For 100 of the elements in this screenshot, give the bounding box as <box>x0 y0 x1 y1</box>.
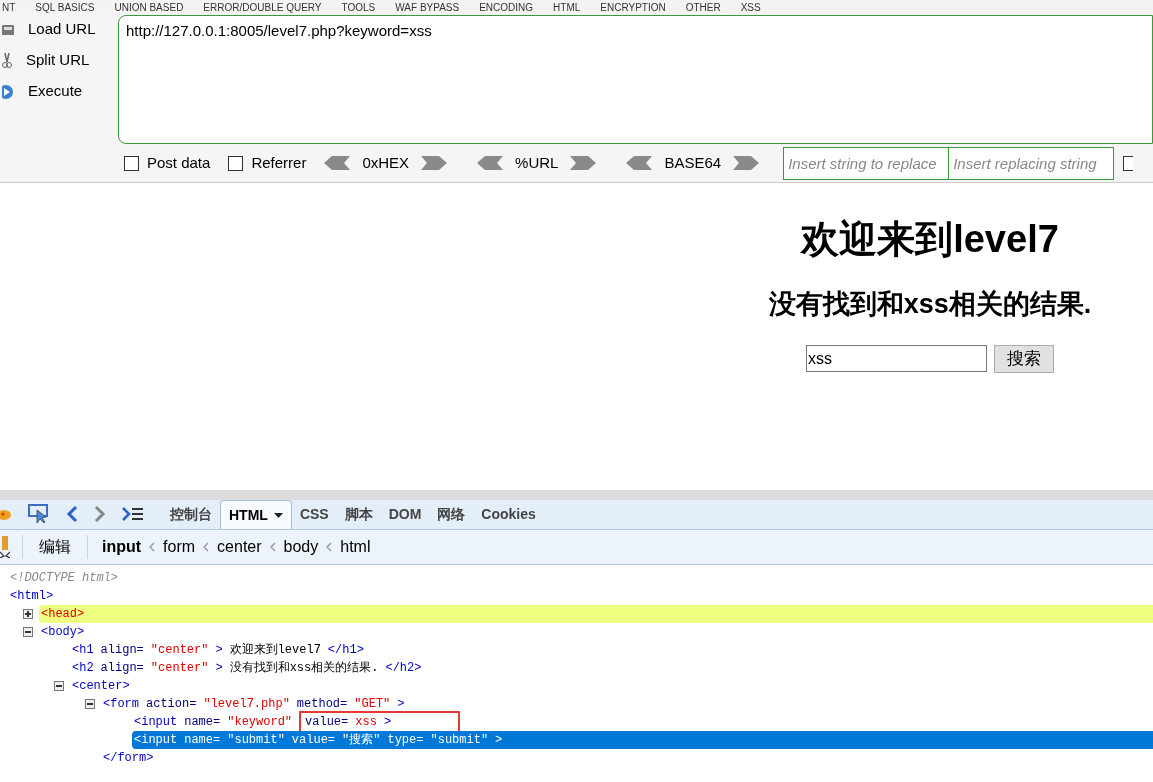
code-token: > <box>397 696 405 713</box>
edit-button[interactable]: 编辑 <box>23 535 87 559</box>
code-token: <form <box>103 696 139 713</box>
menu-item[interactable]: ENCODING <box>479 0 534 14</box>
code-line[interactable]: <body> <box>39 623 1153 641</box>
left-arrow-icon <box>324 156 351 170</box>
devtools-tab[interactable]: Cookies <box>473 500 544 529</box>
menu-item[interactable]: HTML <box>553 0 581 14</box>
code-token: > <box>383 714 392 731</box>
code-token: "level7.php" <box>203 696 290 713</box>
right-arrow-icon <box>570 156 597 170</box>
code-token: "center" <box>150 642 209 659</box>
code-token: xss <box>355 714 377 731</box>
checkbox-label: Post data <box>147 152 211 173</box>
menu-item[interactable]: ERROR/DOUBLE QUERY <box>203 0 322 14</box>
code-token: 欢迎来到level7 <box>229 642 321 659</box>
menu-item[interactable]: ENCRYPTION <box>600 0 666 14</box>
code-token: align= <box>100 660 144 677</box>
breadcrumb[interactable]: center <box>217 535 262 559</box>
menu-item[interactable]: XSS <box>740 0 761 14</box>
checkbox[interactable] <box>124 155 139 171</box>
checkbox[interactable] <box>1123 155 1134 171</box>
code-token: <h2 <box>72 660 94 677</box>
code-line[interactable]: <!DOCTYPE html> <box>8 569 1153 587</box>
code-token: value= <box>305 714 349 731</box>
menu-item[interactable]: WAF BYPASS <box>395 0 460 14</box>
code-line[interactable]: <form action= "level7.php" method= "GET" > <box>101 695 1153 713</box>
code-token: "submit" <box>227 732 285 749</box>
expand-icon[interactable] <box>23 609 33 619</box>
collapse-icon[interactable] <box>85 699 95 709</box>
code-token: <html> <box>10 588 54 605</box>
scissors-icon <box>2 52 12 69</box>
devtools-tab[interactable]: 控制台 <box>162 500 220 529</box>
back-icon[interactable] <box>66 505 78 523</box>
breadcrumb[interactable]: form <box>163 535 196 559</box>
selected-row[interactable]: <input name= "submit" value= "搜索" type= "submit" > <box>132 731 1153 749</box>
menu-item[interactable]: SQL BASICS <box>35 0 95 14</box>
chevron-icon <box>149 542 156 552</box>
code-token: <h1 <box>72 642 94 659</box>
search-field[interactable]: xss <box>806 345 987 372</box>
highlighted-row[interactable]: <head> <box>39 605 1153 623</box>
replace-field[interactable]: Insert replacing string <box>948 146 1115 180</box>
code-token: align= <box>100 642 144 659</box>
code-token: name= <box>184 714 221 731</box>
code-line[interactable]: </form> <box>101 749 1153 767</box>
chevron-icon <box>203 542 210 552</box>
code-token: <head> <box>41 606 85 623</box>
code-token: </form> <box>103 750 154 767</box>
breadcrumb[interactable]: html <box>340 535 371 559</box>
breadcrumb[interactable]: body <box>283 535 319 559</box>
page-subheading: 没有找到和xss相关的结果. <box>768 288 1092 321</box>
code-token: value= <box>291 732 336 749</box>
code-token: > <box>215 642 223 659</box>
breadcrumb[interactable]: input <box>102 535 142 559</box>
code-token: "center" <box>150 660 209 677</box>
pencil-icon[interactable] <box>0 536 10 558</box>
code-token: 没有找到和xss相关的结果. <box>229 660 379 677</box>
code-token: "keyword" <box>227 714 293 731</box>
devtools-tab[interactable]: CSS <box>291 500 337 529</box>
hackbar-button[interactable]: Load URL <box>2 18 118 41</box>
devtools-tab[interactable]: 脚本 <box>336 500 381 529</box>
menu-item[interactable]: UNION BASED <box>114 0 184 14</box>
code-token: <input <box>134 732 178 749</box>
menu-item[interactable]: TOOLS <box>341 0 376 14</box>
page-heading: 欢迎来到level7 <box>801 217 1059 262</box>
code-line[interactable]: <center> <box>70 677 1153 695</box>
code-line[interactable]: <html> <box>8 587 1153 605</box>
code-line[interactable]: <h1 align= "center" > 欢迎来到level7 </h1> <box>70 641 1153 659</box>
code-token: </h1> <box>327 642 364 659</box>
left-arrow-icon <box>477 156 504 170</box>
search-button[interactable]: 搜索 <box>994 344 1054 373</box>
code-token: name= <box>184 732 221 749</box>
menu-item[interactable]: NT <box>2 0 16 14</box>
code-line[interactable]: <h2 align= "center" > 没有找到和xss相关的结果. </h2> <box>70 659 1153 677</box>
code-token: method= <box>296 696 348 713</box>
checkbox-label: Referrer <box>251 152 307 173</box>
command-line-icon[interactable] <box>122 506 144 522</box>
chevron-icon <box>326 542 333 552</box>
encoder-label[interactable]: BASE64 <box>664 151 722 175</box>
code-token: <!DOCTYPE html> <box>10 570 119 587</box>
encoder-label[interactable]: 0xHEX <box>362 151 410 175</box>
code-token: </h2> <box>385 660 422 677</box>
devtools-tab[interactable]: 网络 <box>429 500 474 529</box>
forward-icon[interactable] <box>94 505 106 523</box>
collapse-icon[interactable] <box>54 681 64 691</box>
code-token: <input <box>134 714 178 731</box>
collapse-icon[interactable] <box>23 627 33 637</box>
hackbar-button[interactable]: Split URL <box>2 49 118 72</box>
right-arrow-icon <box>421 156 448 170</box>
devtools-tab[interactable]: HTML <box>220 500 292 529</box>
right-arrow-icon <box>733 156 760 170</box>
encoder-label[interactable]: %URL <box>515 151 559 175</box>
checkbox[interactable] <box>228 155 244 171</box>
inspect-icon[interactable] <box>28 504 50 524</box>
replace-field[interactable]: Insert string to replace <box>783 146 950 180</box>
code-token: action= <box>146 696 197 713</box>
menu-item[interactable]: OTHER <box>685 0 721 14</box>
hackbar-button[interactable]: Execute <box>2 80 118 103</box>
devtools-tab[interactable]: DOM <box>380 500 430 529</box>
url-field[interactable]: http://127.0.0.1:8005/level7.php?keyword=xss <box>118 15 1153 144</box>
